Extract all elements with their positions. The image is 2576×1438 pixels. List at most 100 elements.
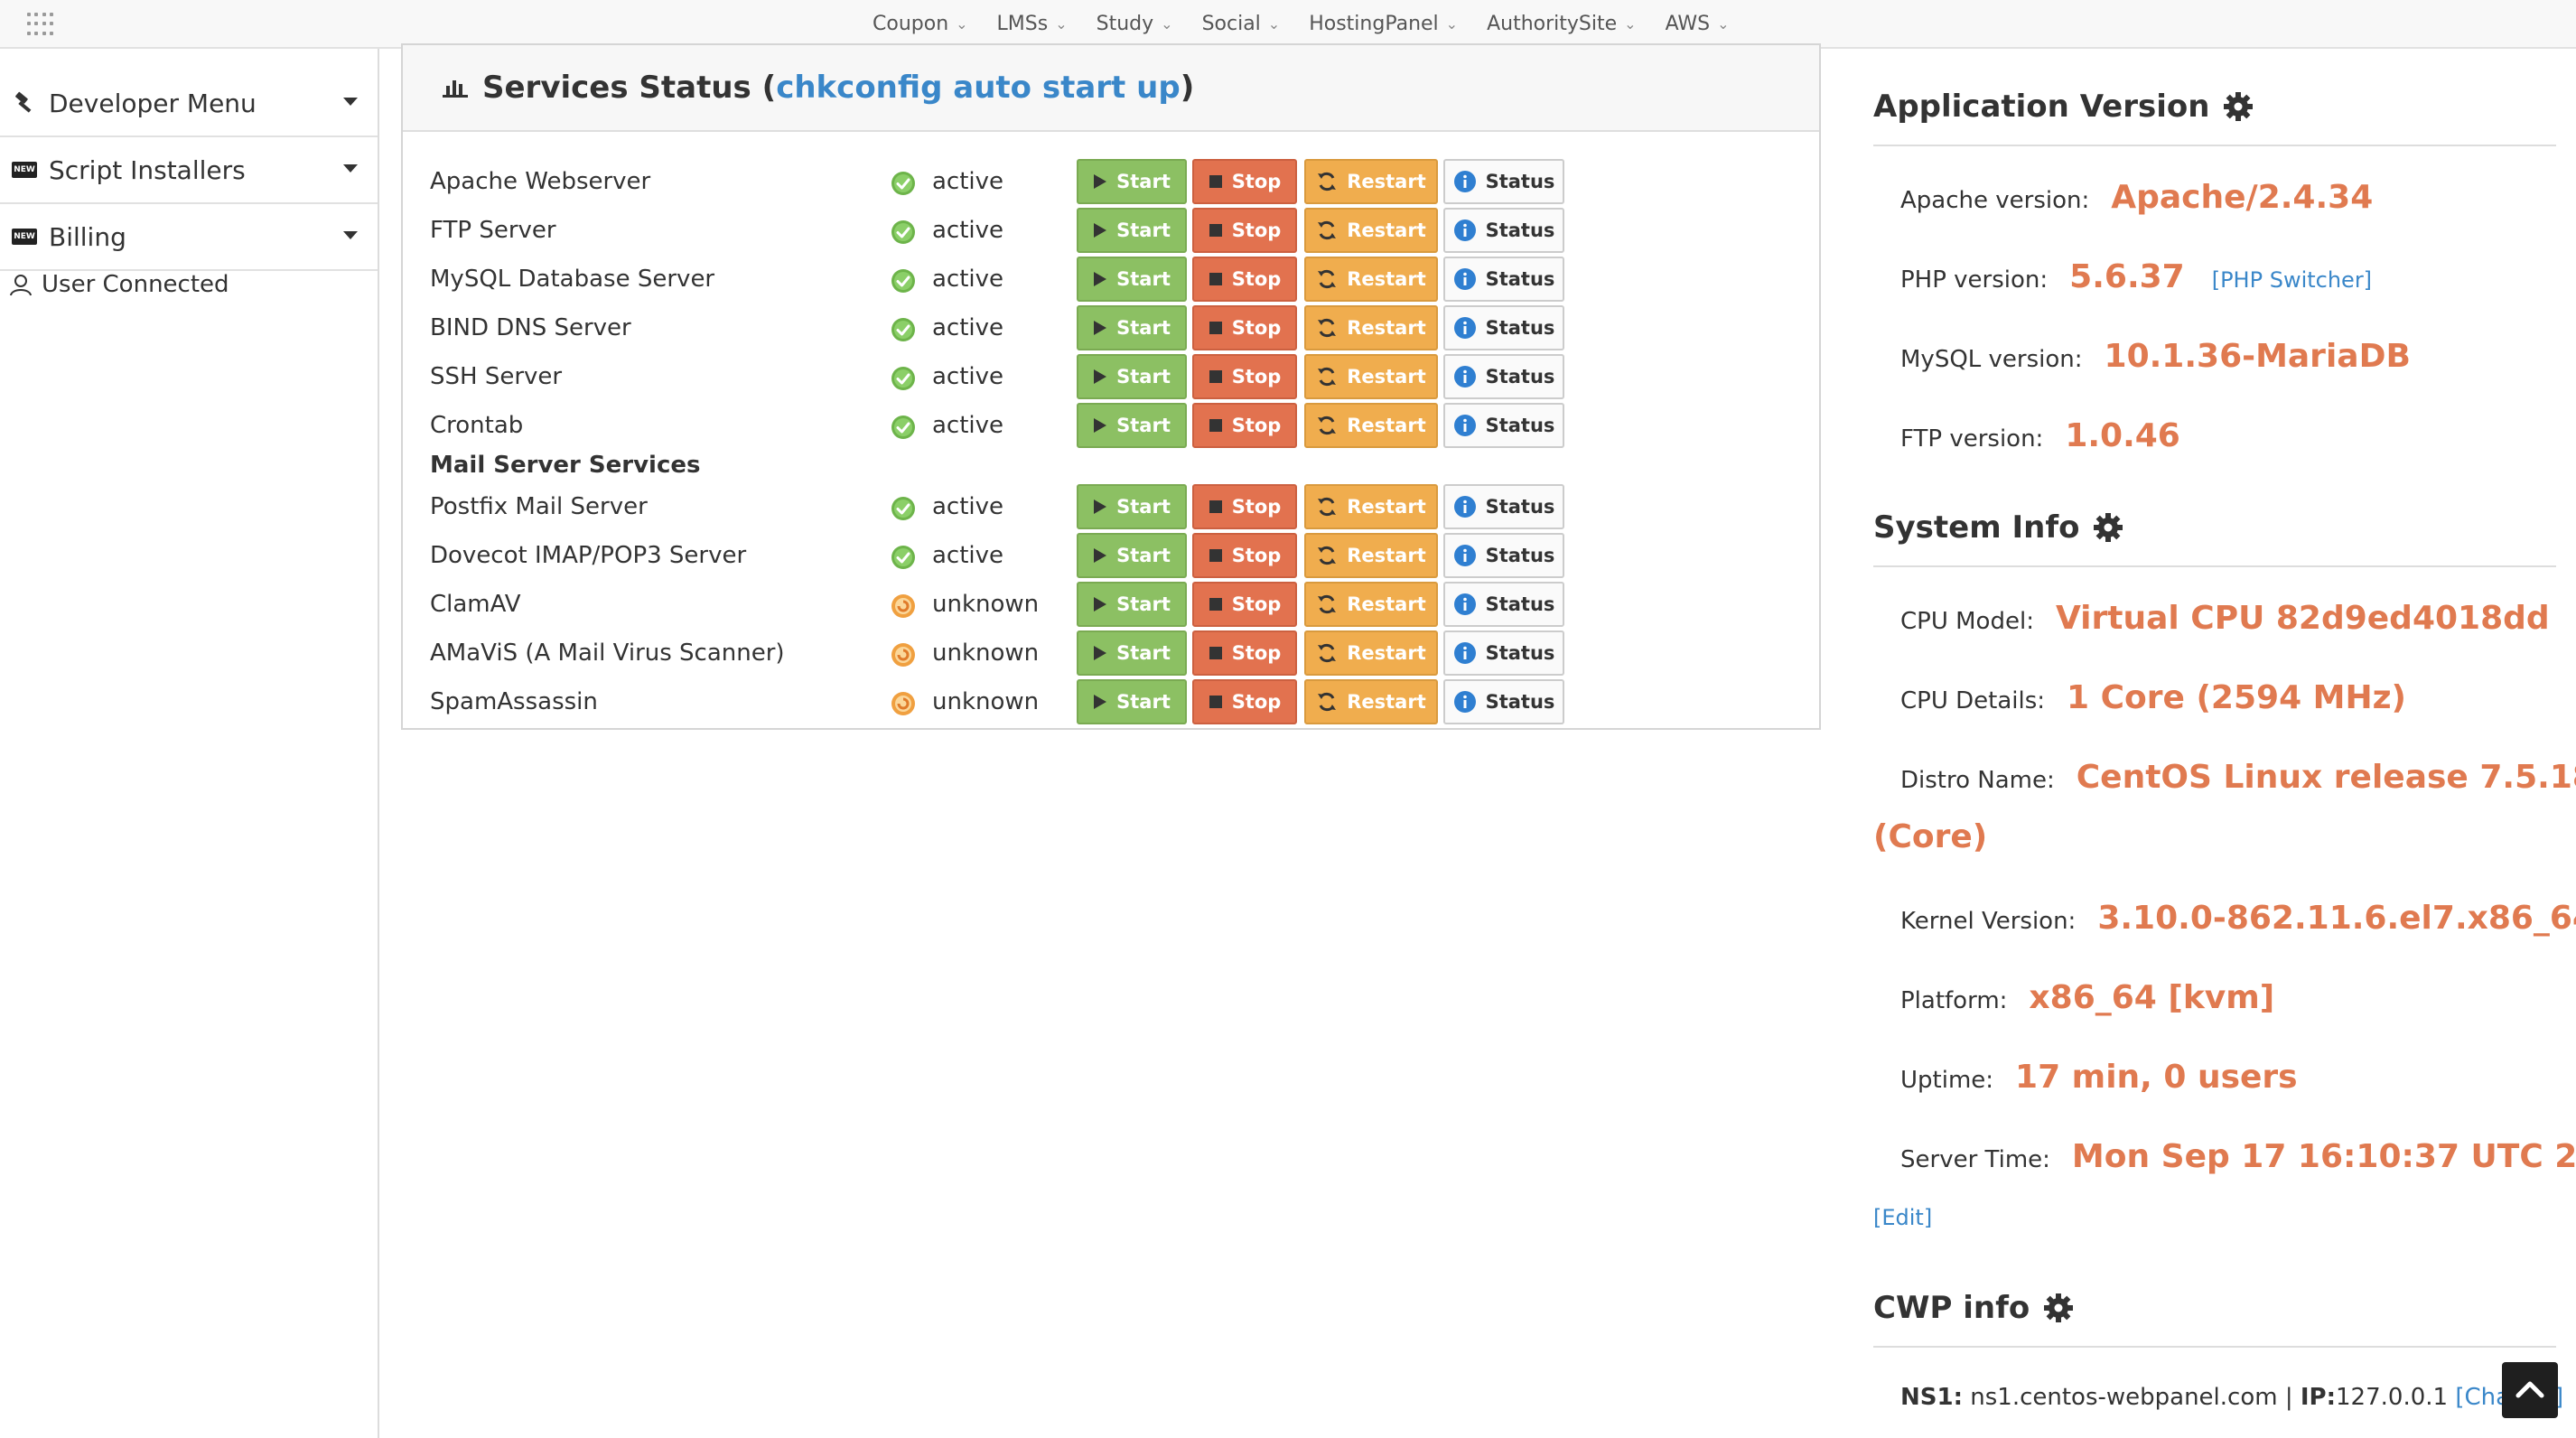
stop-icon [1209,646,1223,660]
stop-icon [1209,321,1223,335]
stop-button[interactable]: Stop [1192,533,1297,578]
start-button[interactable]: Start [1077,679,1187,724]
info-icon [1453,316,1477,340]
start-button[interactable]: Start [1077,354,1187,399]
play-icon [1093,596,1107,612]
chevron-down-icon: ⌄ [1055,14,1068,33]
stop-button[interactable]: Stop [1192,354,1297,399]
status-button[interactable]: Status [1443,354,1564,399]
sidebar-item-label: Billing [49,221,126,252]
service-status: active [932,314,1004,341]
nav-authoritysite[interactable]: AuthoritySite ⌄ [1472,13,1650,35]
start-button[interactable]: Start [1077,630,1187,676]
chevron-up-icon [2515,1377,2545,1403]
caret-down-icon [343,231,358,239]
user-connected[interactable]: User Connected [9,271,229,298]
status-button[interactable]: Status [1443,484,1564,529]
restart-button[interactable]: Restart [1304,403,1438,448]
status-button[interactable]: Status [1443,403,1564,448]
status-active-icon [891,317,916,342]
stop-button[interactable]: Stop [1192,305,1297,350]
new-badge-icon: NEW [9,162,40,178]
status-button[interactable]: Status [1443,630,1564,676]
gear-icon[interactable] [2222,90,2254,123]
stop-button[interactable]: Stop [1192,484,1297,529]
service-name: FTP Server [430,217,556,244]
start-button[interactable]: Start [1077,305,1187,350]
restart-button[interactable]: Restart [1304,679,1438,724]
mail-services-heading: Mail Server Services [430,452,701,479]
user-connected-label: User Connected [42,271,229,298]
stop-button[interactable]: Stop [1192,582,1297,627]
nav-social[interactable]: Social ⌄ [1188,13,1295,35]
service-name: SSH Server [430,363,563,390]
php-version-value: 5.6.37 [2069,258,2185,295]
edit-link[interactable]: [Edit] [1873,1205,1932,1230]
status-button[interactable]: Status [1443,208,1564,253]
restart-button[interactable]: Restart [1304,582,1438,627]
chevron-down-icon: ⌄ [1624,14,1637,33]
restart-button[interactable]: Restart [1304,208,1438,253]
back-to-top-button[interactable] [2502,1362,2558,1418]
php-switcher-link[interactable]: [PHP Switcher] [2212,267,2372,293]
restart-button[interactable]: Restart [1304,159,1438,204]
info-icon [1453,267,1477,291]
status-button[interactable]: Status [1443,159,1564,204]
nav-coupon[interactable]: Coupon ⌄ [858,13,983,35]
start-button[interactable]: Start [1077,403,1187,448]
refresh-icon [1316,545,1338,566]
refresh-icon [1316,317,1338,339]
stop-button[interactable]: Stop [1192,159,1297,204]
stop-icon [1209,500,1223,514]
status-button[interactable]: Status [1443,582,1564,627]
sidebar-item-billing[interactable]: NEW Billing [0,204,378,271]
restart-button[interactable]: Restart [1304,533,1438,578]
status-button[interactable]: Status [1443,679,1564,724]
restart-button[interactable]: Restart [1304,630,1438,676]
gear-icon[interactable] [2042,1292,2075,1324]
restart-button[interactable]: Restart [1304,354,1438,399]
status-button[interactable]: Status [1443,533,1564,578]
service-row: AMaViS (A Mail Virus Scanner) unknown Star… [403,629,1819,677]
start-button[interactable]: Start [1077,484,1187,529]
sidebar-item-developer-menu[interactable]: Developer Menu [0,70,378,137]
nav-hostingpanel[interactable]: HostingPanel ⌄ [1294,13,1472,35]
ip-value: 127.0.0.1 [2336,1384,2449,1411]
restart-button[interactable]: Restart [1304,257,1438,302]
services-status-panel: Services Status (chkconfig auto start up… [401,43,1821,730]
distro-value: CentOS Linux release 7.5.1804 [2076,759,2576,796]
play-icon [1093,271,1107,287]
start-button[interactable]: Start [1077,208,1187,253]
service-name: Dovecot IMAP/POP3 Server [430,542,747,569]
stop-button[interactable]: Stop [1192,630,1297,676]
uptime-row: Uptime: 17 min, 0 users [1900,1059,2298,1096]
start-button[interactable]: Start [1077,533,1187,578]
status-button[interactable]: Status [1443,305,1564,350]
start-button[interactable]: Start [1077,159,1187,204]
start-button[interactable]: Start [1077,257,1187,302]
refresh-icon [1316,415,1338,436]
chkconfig-link[interactable]: chkconfig auto start up [776,70,1181,106]
nav-study[interactable]: Study ⌄ [1082,13,1188,35]
uptime-value: 17 min, 0 users [2015,1059,2298,1096]
start-button[interactable]: Start [1077,582,1187,627]
sidebar-item-script-installers[interactable]: NEW Script Installers [0,137,378,204]
stop-button[interactable]: Stop [1192,208,1297,253]
divider [1873,145,2556,146]
stop-button[interactable]: Stop [1192,403,1297,448]
caret-down-icon [343,98,358,106]
apps-grid-icon[interactable] [27,13,54,38]
status-button[interactable]: Status [1443,257,1564,302]
gear-icon[interactable] [2092,511,2124,544]
service-row: FTP Server active Start Stop Restart Status [403,206,1819,255]
nav-lmss[interactable]: LMSs ⌄ [983,13,1082,35]
restart-button[interactable]: Restart [1304,484,1438,529]
stop-button[interactable]: Stop [1192,257,1297,302]
nav-aws[interactable]: AWS ⌄ [1651,13,1744,35]
service-row: Crontab active Start Stop Restart Status [403,401,1819,450]
stop-icon [1209,223,1223,238]
service-row: BIND DNS Server active Start Stop Restart Sta… [403,303,1819,352]
stop-button[interactable]: Stop [1192,679,1297,724]
service-name: Apache Webserver [430,168,651,195]
restart-button[interactable]: Restart [1304,305,1438,350]
